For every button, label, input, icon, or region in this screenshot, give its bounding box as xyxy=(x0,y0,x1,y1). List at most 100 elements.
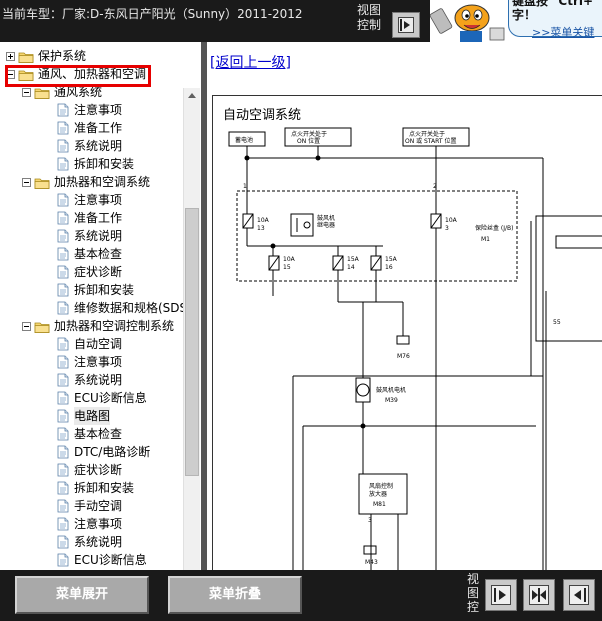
tree-doc-item[interactable]: ECU诊断信息 xyxy=(0,389,183,407)
label-fuse-3: 3 xyxy=(445,225,449,232)
scroll-up-button[interactable] xyxy=(184,88,200,104)
tree-doc-item[interactable]: 拆卸和安装 xyxy=(0,479,183,497)
mascot-icon xyxy=(430,0,506,42)
toggle-view-button[interactable] xyxy=(392,12,420,38)
document-icon xyxy=(56,301,70,315)
document-icon xyxy=(56,463,70,477)
tree-item-label: 拆卸和安装 xyxy=(74,283,135,297)
label-ign-on-2: ON 位置 xyxy=(297,137,320,145)
document-icon xyxy=(56,265,70,279)
document-icon xyxy=(56,193,70,207)
split-arrows-icon xyxy=(529,585,549,605)
tree-item-label: 系统说明 xyxy=(74,229,123,243)
tree-item-label: 拆卸和安装 xyxy=(74,157,135,171)
label-fuse-10a-3: 10A xyxy=(445,217,458,224)
tree-folder-item[interactable]: 保护系统 xyxy=(0,47,183,65)
tree-doc-item[interactable]: DTC/电路诊断 xyxy=(0,443,183,461)
label-fuse-14: 14 xyxy=(347,264,355,271)
tree-doc-item[interactable]: 症状诊断 xyxy=(0,461,183,479)
expand-plus-icon[interactable] xyxy=(6,52,15,61)
folder-icon xyxy=(34,320,50,333)
document-icon xyxy=(56,427,70,441)
back-link[interactable]: [返回上一级] xyxy=(210,52,291,72)
footer-bar: 菜单展开 菜单折叠 视图控 xyxy=(0,570,602,621)
label-battery: 蓄电池 xyxy=(235,136,253,144)
label-amp-2: 放大器 xyxy=(369,490,387,498)
label-ign-start-2: ON 或 START 位置 xyxy=(405,137,456,145)
tree-doc-item[interactable]: 系统说明 xyxy=(0,533,183,551)
label-fuse-16: 16 xyxy=(385,264,393,271)
tree-doc-item[interactable]: 准备工作 xyxy=(0,209,183,227)
tree-doc-item[interactable]: 维修数据和规格(SDS xyxy=(0,299,187,317)
expand-menu-button[interactable]: 菜单展开 xyxy=(15,576,149,614)
tree-doc-item[interactable]: 系统说明 xyxy=(0,371,183,389)
tree-item-label: 手动空调 xyxy=(74,499,123,513)
tree-doc-item[interactable]: 注意事项 xyxy=(0,101,183,119)
tree-doc-item[interactable]: 注意事项 xyxy=(0,191,183,209)
document-icon xyxy=(56,211,70,225)
tree-item-label: 拆卸和安装 xyxy=(74,481,135,495)
view-show-menu-button[interactable] xyxy=(485,579,517,611)
view-split-button[interactable] xyxy=(523,579,555,611)
view-hide-menu-button[interactable] xyxy=(563,579,595,611)
collapse-minus-icon[interactable] xyxy=(22,178,31,187)
tree-folder-item[interactable]: 加热器和空调系统 xyxy=(0,173,183,191)
tree-item-label: 基本检查 xyxy=(74,427,123,441)
tree-doc-item[interactable]: 系统说明 xyxy=(0,137,183,155)
collapse-minus-icon[interactable] xyxy=(22,88,31,97)
folder-icon xyxy=(34,176,50,189)
document-icon xyxy=(56,481,70,495)
promo-text-line2: 字！ xyxy=(512,8,537,22)
tree-doc-item[interactable]: 拆卸和安装 xyxy=(0,155,183,173)
label-fuse-13: 13 xyxy=(257,225,265,232)
document-icon xyxy=(56,535,70,549)
promo-text: 键盘按 "Ctrl+" xyxy=(512,0,600,8)
tree-doc-item[interactable]: 注意事项 xyxy=(0,353,183,371)
menu-tree: 保护系统 通风、加热器和空调 通风系统 注意事项 准备工作 系统说明 拆卸和安装 加热器和空调… xyxy=(0,42,201,570)
tree-doc-item[interactable]: 准备工作 xyxy=(0,119,183,137)
tree-item-label: 注意事项 xyxy=(74,355,123,369)
label-fuse-10a-13: 10A xyxy=(257,217,270,224)
document-icon xyxy=(56,229,70,243)
tree-doc-item[interactable]: 系统说明 xyxy=(0,227,183,245)
promo-link[interactable]: >>菜单关键 xyxy=(532,24,594,40)
collapse-menu-button[interactable]: 菜单折叠 xyxy=(168,576,302,614)
tree-item-label: ECU诊断信息 xyxy=(74,391,147,405)
document-icon xyxy=(56,553,70,567)
document-icon xyxy=(56,103,70,117)
label-m76: M76 xyxy=(397,353,410,360)
tree-doc-item[interactable]: 手动空调 xyxy=(0,497,183,515)
label-relay: 鼓风机 xyxy=(317,214,335,222)
document-icon xyxy=(56,337,70,351)
tree-item-label: 系统说明 xyxy=(74,535,123,549)
tree-doc-item[interactable]: 基本检查 xyxy=(0,245,183,263)
tree-item-label: 注意事项 xyxy=(74,193,123,207)
tree-doc-item[interactable]: 电路图 xyxy=(0,407,183,425)
tree-doc-item[interactable]: 症状诊断 xyxy=(0,263,183,281)
label-m43: M43 xyxy=(365,559,378,566)
tree-doc-item[interactable]: 注意事项 xyxy=(0,515,183,533)
tree-doc-item[interactable]: 拆卸和安装 xyxy=(0,281,183,299)
tree-doc-item[interactable]: ECU诊断信息 xyxy=(0,551,183,569)
arrow-right-icon xyxy=(398,17,414,33)
label-fuse-10a-15: 10A xyxy=(283,256,296,263)
collapse-minus-icon[interactable] xyxy=(22,322,31,331)
tree-scrollbar[interactable] xyxy=(183,88,200,570)
view-control-label: 视图控制 xyxy=(357,3,382,32)
wiring-diagram-drawing: 蓄电池 点火开关处于 ON 位置 点火开关处于 ON 或 START 位置 1 … xyxy=(228,127,602,570)
tree-doc-item[interactable]: 自动空调 xyxy=(0,335,183,353)
document-icon xyxy=(56,157,70,171)
label-ign-on: 点火开关处于 xyxy=(291,130,327,138)
document-icon xyxy=(56,517,70,531)
tree-item-label: 系统说明 xyxy=(74,139,123,153)
arrow-left-bar-icon xyxy=(569,585,589,605)
tree-doc-item[interactable]: 基本检查 xyxy=(0,425,183,443)
tree-folder-item[interactable]: 加热器和空调控制系统 xyxy=(0,317,183,335)
tree-item-label: 自动空调 xyxy=(74,337,123,351)
arrow-right-bar-icon xyxy=(491,585,511,605)
tree-item-label: 准备工作 xyxy=(74,121,123,135)
document-icon xyxy=(56,247,70,261)
folder-icon xyxy=(18,50,34,63)
scroll-thumb[interactable] xyxy=(185,208,199,476)
tree-item-label: 准备工作 xyxy=(74,211,123,225)
